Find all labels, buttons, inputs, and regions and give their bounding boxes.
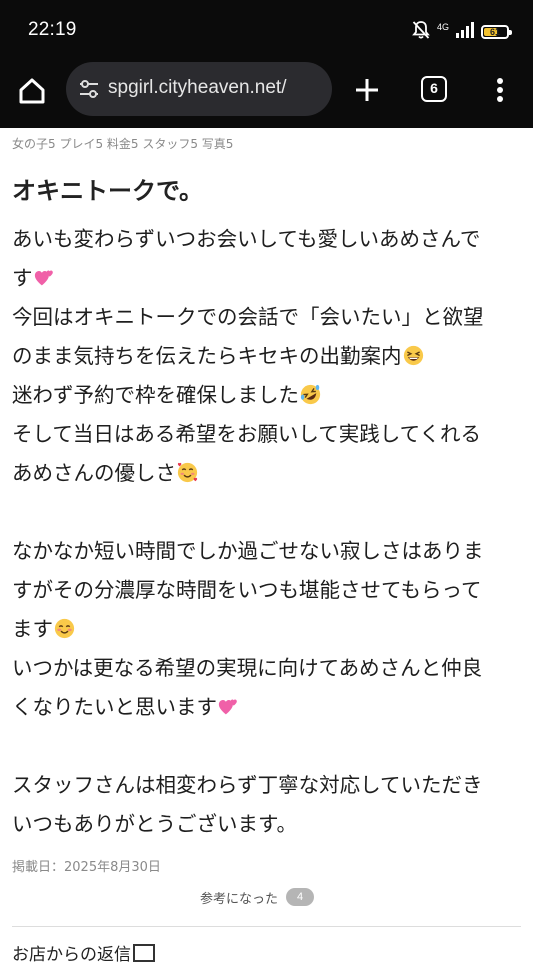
review-line: スタッフさんは相変わらず丁寧な対応していただき: [12, 766, 522, 805]
review-line-text: のまま気持ちを伝えたらキセキの出勤案内: [12, 344, 402, 368]
review-line-text: そして当日はある希望をお願いして実践してくれる: [12, 422, 482, 446]
review-line-text: くなりたいと思います: [12, 695, 217, 719]
address-bar[interactable]: spgirl.cityheaven.net/: [66, 62, 332, 116]
review-line: のまま気持ちを伝えたらキセキの出勤案内: [12, 337, 522, 376]
review-line-text: スタッフさんは相変わらず丁寧な対応していただき: [12, 773, 483, 797]
review-line-text: いつかは更なる希望の実現に向けてあめさんと仲良: [12, 656, 483, 680]
review-line-text: 迷わず予約で枠を確保しました: [12, 383, 299, 407]
shop-reply-label: お店からの返信: [12, 945, 131, 965]
review-line: そして当日はある希望をお願いして実践してくれる: [12, 415, 522, 454]
posted-date: 掲載日：2025年8月30日: [12, 860, 161, 875]
review-line: す: [12, 259, 522, 298]
review-line: なかなか短い時間でしか過ごせない寂しさはありま: [12, 532, 522, 571]
mute-bell-icon: [412, 20, 430, 44]
review-line: いつかは更なる希望の実現に向けてあめさんと仲良: [12, 649, 522, 688]
shop-reply-toggle[interactable]: お店からの返信: [12, 940, 155, 965]
page-content: 女の子5 プレイ5 料金5 スタッフ5 写真5 オキニトークで。 あいも変わらず…: [0, 128, 533, 965]
review-line-text: いつもありがとうございます。: [12, 812, 297, 836]
review-line-text: あいも変わらずいつお会いしても愛しいあめさんで: [12, 227, 481, 251]
more-vert-icon[interactable]: [488, 75, 512, 105]
helpful-count-badge: 4: [286, 888, 315, 906]
review-line-blank: [12, 493, 522, 532]
review-line-text: あめさんの優しさ: [12, 461, 176, 485]
tab-count: 6: [430, 80, 438, 96]
review-line-text: す: [12, 266, 33, 290]
helpful-button[interactable]: 参考になった 4: [200, 887, 315, 907]
review-line: くなりたいと思います: [12, 688, 522, 727]
status-icons: 4G 61: [412, 20, 512, 44]
battery-level: 61: [489, 27, 500, 37]
review-line: いつもありがとうございます。: [12, 805, 522, 844]
home-icon: [19, 78, 45, 104]
review-title: オキニトークで。: [12, 177, 204, 205]
helpful-label[interactable]: 参考になった: [200, 888, 278, 907]
home-button[interactable]: [14, 73, 50, 109]
review-line-text: すがその分濃厚な時間をいつも堪能させてもらって: [12, 578, 482, 602]
new-tab-button[interactable]: [350, 73, 384, 107]
status-bar: 22:19 4G 61: [0, 0, 533, 62]
divider: [12, 926, 521, 927]
battery-icon: 61: [481, 25, 512, 39]
review-line: あいも変わらずいつお会いしても愛しいあめさんで: [12, 220, 522, 259]
rating-summary: 女の子5 プレイ5 料金5 スタッフ5 写真5: [12, 137, 234, 151]
network-type: 4G: [436, 21, 449, 32]
smiling-blush-icon: [54, 618, 75, 639]
review-line-blank: [12, 727, 522, 766]
tabs-button[interactable]: 6: [421, 76, 447, 102]
two-hearts-icon: [34, 270, 53, 286]
url-text[interactable]: spgirl.cityheaven.net/: [108, 77, 328, 99]
review-line: 今回はオキニトークでの会話で「会いたい」と欲望: [12, 298, 522, 337]
grinning-squinting-icon: [403, 345, 423, 366]
review-body: あいも変わらずいつお会いしても愛しいあめさんで す 今回はオキニトークでの会話で…: [12, 220, 522, 844]
battery-tip: [509, 30, 512, 35]
status-time: 22:19: [28, 19, 77, 40]
review-line-text: ます: [12, 617, 53, 641]
expand-box-icon[interactable]: [133, 943, 155, 962]
smiling-hearts-icon: [177, 462, 198, 483]
signal-icon: [456, 22, 474, 42]
review-line: ます: [12, 610, 522, 649]
review-line: すがその分濃厚な時間をいつも堪能させてもらって: [12, 571, 522, 610]
rolling-laughing-icon: [300, 384, 321, 405]
review-line: あめさんの優しさ: [12, 454, 522, 493]
review-line-text: なかなか短い時間でしか過ごせない寂しさはありま: [12, 539, 484, 563]
plus-icon: [356, 79, 378, 101]
two-hearts-icon: [218, 699, 237, 715]
review-line-text: 今回はオキニトークでの会話で「会いたい」と欲望: [12, 305, 484, 329]
tune-icon[interactable]: [78, 78, 100, 100]
browser-toolbar: spgirl.cityheaven.net/ 6: [0, 62, 533, 128]
review-line: 迷わず予約で枠を確保しました: [12, 376, 522, 415]
